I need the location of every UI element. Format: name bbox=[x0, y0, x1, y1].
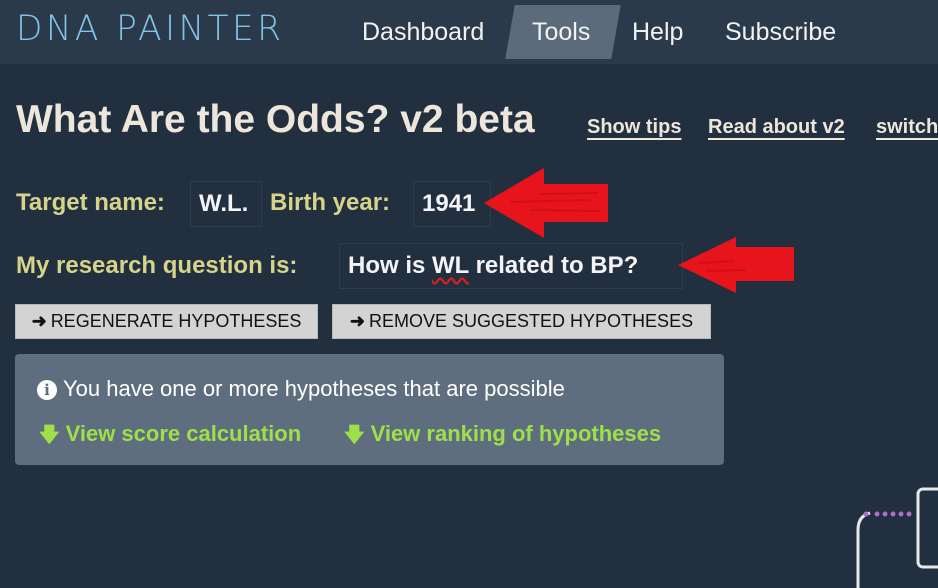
nav-tools[interactable]: Tools bbox=[532, 0, 590, 64]
spellcheck-underlined-word: WL bbox=[432, 252, 469, 279]
red-annotation-arrow-birth-year bbox=[484, 168, 608, 238]
red-annotation-arrow-research-question bbox=[678, 237, 794, 293]
show-tips-link[interactable]: Show tips bbox=[587, 116, 681, 139]
page-title: What Are the Odds? v2 beta bbox=[16, 98, 535, 141]
remove-suggested-hypotheses-button[interactable]: ➜ REMOVE SUGGESTED HYPOTHESES bbox=[332, 304, 711, 339]
info-message-text: You have one or more hypotheses that are… bbox=[63, 376, 565, 401]
regenerate-hypotheses-label: REGENERATE HYPOTHESES bbox=[50, 311, 302, 331]
research-question-input[interactable]: How is WL related to BP? bbox=[339, 243, 683, 289]
arrow-down-icon: 🡇 bbox=[39, 424, 60, 446]
view-score-calculation-link[interactable]: 🡇 View score calculation bbox=[39, 420, 301, 454]
birth-year-label: Birth year: bbox=[270, 189, 391, 216]
target-name-label: Target name: bbox=[16, 189, 165, 216]
hypothesis-tree-diagram bbox=[856, 487, 938, 588]
nav-help[interactable]: Help bbox=[632, 0, 683, 64]
arrow-right-icon: ➜ bbox=[349, 311, 366, 331]
view-ranking-link[interactable]: 🡇 View ranking of hypotheses bbox=[344, 420, 661, 454]
nav-dashboard[interactable]: Dashboard bbox=[362, 0, 484, 64]
info-message: i You have one or more hypotheses that ar… bbox=[37, 376, 565, 402]
info-circle-icon: i bbox=[37, 380, 57, 400]
regenerate-hypotheses-button[interactable]: ➜ REGENERATE HYPOTHESES bbox=[15, 304, 318, 339]
arrow-right-icon: ➜ bbox=[31, 311, 47, 331]
research-question-text-suffix: related to BP? bbox=[468, 252, 639, 279]
logo[interactable]: DNA PAINTER bbox=[16, 9, 284, 49]
switch-link[interactable]: switch bbox=[876, 116, 938, 139]
remove-suggested-hypotheses-label: REMOVE SUGGESTED HYPOTHESES bbox=[369, 311, 694, 331]
info-box: i You have one or more hypotheses that ar… bbox=[15, 354, 724, 465]
view-ranking-label: View ranking of hypotheses bbox=[370, 421, 662, 446]
tree-connector-line bbox=[856, 511, 871, 588]
research-question-label: My research question is: bbox=[16, 252, 298, 279]
dotted-connector bbox=[863, 511, 912, 517]
navbar: DNA PAINTER Dashboard Tools Help Subscri… bbox=[0, 0, 938, 64]
arrow-down-icon: 🡇 bbox=[344, 424, 365, 446]
tree-node-box[interactable] bbox=[916, 487, 938, 569]
view-score-calculation-label: View score calculation bbox=[65, 421, 302, 446]
target-name-input[interactable]: W.L. bbox=[190, 181, 262, 227]
read-about-v2-link[interactable]: Read about v2 bbox=[708, 116, 845, 139]
research-question-text-prefix: How is bbox=[348, 252, 433, 279]
nav-subscribe[interactable]: Subscribe bbox=[725, 0, 836, 64]
